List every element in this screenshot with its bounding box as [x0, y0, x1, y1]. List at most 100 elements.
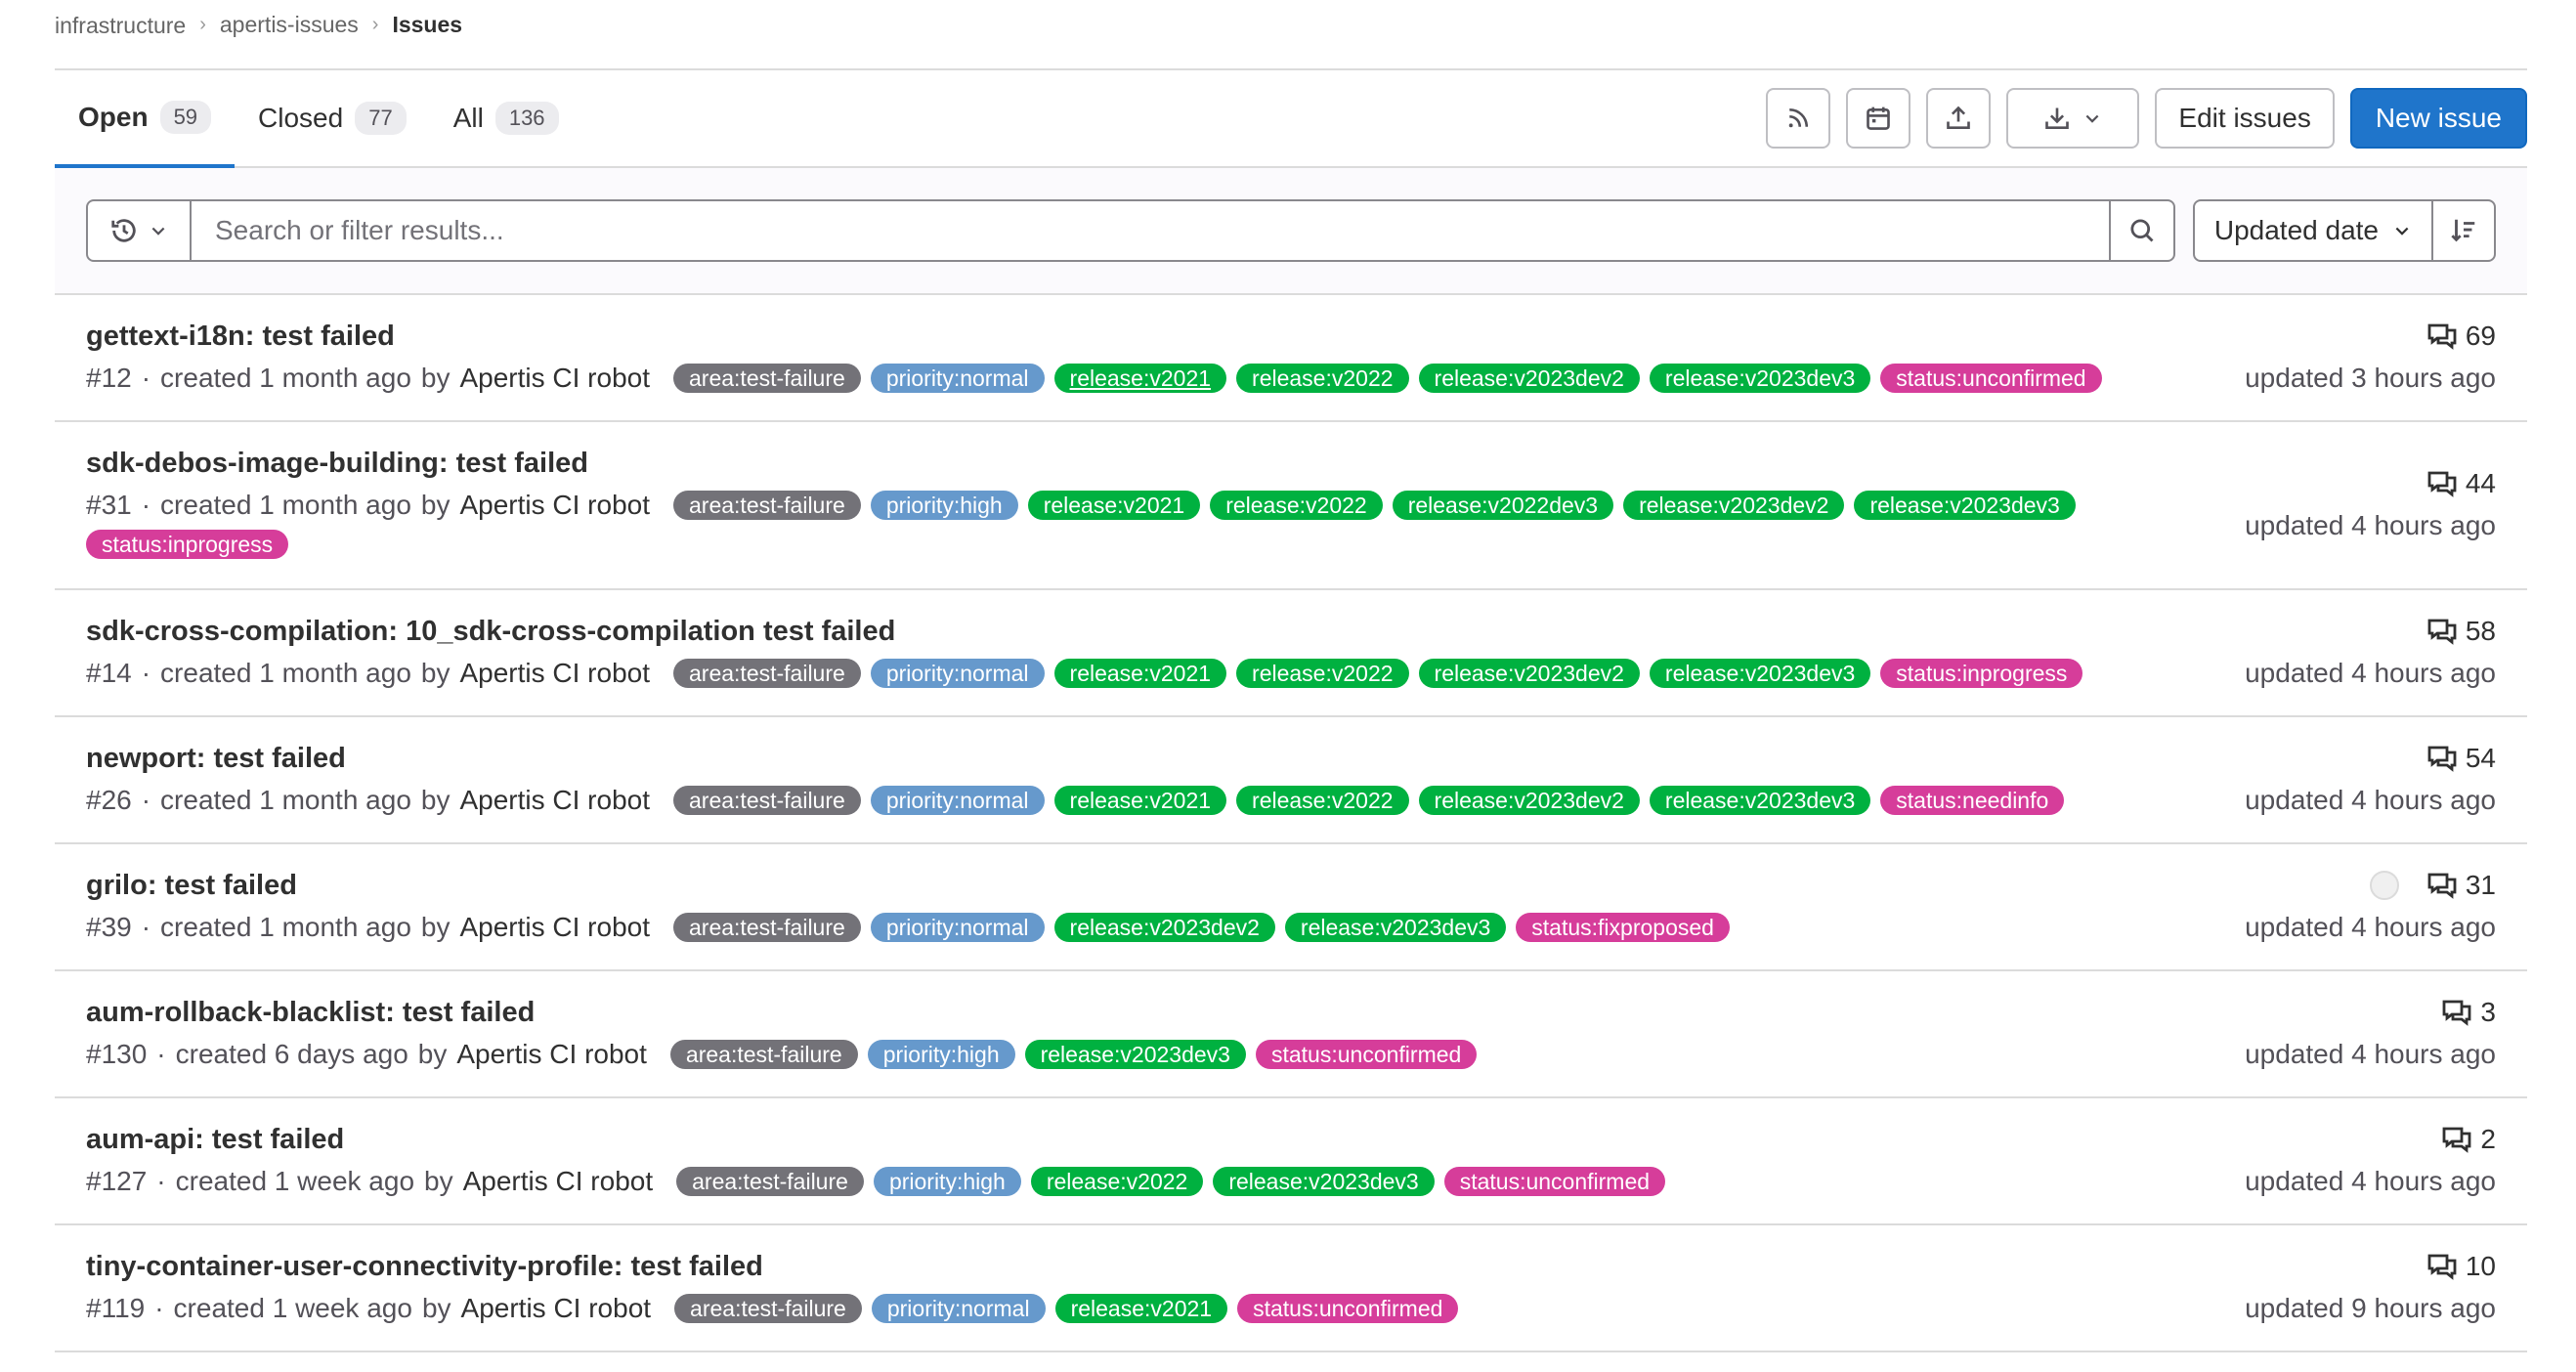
issue-row[interactable]: gettext-i18n: test failed #12 · created 1 m… — [55, 295, 2527, 422]
search-input[interactable] — [192, 201, 2109, 260]
issue-comments-count[interactable]: 69 — [2426, 317, 2496, 356]
issue-label-badge[interactable]: priority:normal — [870, 364, 1045, 393]
issue-label-badge[interactable]: priority:normal — [870, 659, 1045, 688]
issue-title-link[interactable]: gettext-i18n: test failed — [86, 317, 2203, 356]
issue-label-badge[interactable]: area:test-failure — [674, 1294, 862, 1323]
tab-closed[interactable]: Closed 77 — [235, 70, 430, 166]
issue-author-link[interactable]: Apertis CI robot — [463, 1159, 654, 1204]
issue-label-badge[interactable]: release:v2023dev3 — [1649, 364, 1871, 393]
issue-label-badge[interactable]: priority:normal — [871, 1294, 1046, 1323]
sort-dropdown[interactable]: Updated date — [2195, 201, 2433, 260]
issue-label-badge[interactable]: release:v2021 — [1053, 786, 1227, 815]
edit-issues-button[interactable]: Edit issues — [2155, 88, 2335, 149]
recent-searches-button[interactable] — [88, 201, 192, 260]
issue-comments-count[interactable]: 10 — [2426, 1247, 2496, 1286]
search-submit-button[interactable] — [2108, 201, 2173, 260]
comments-icon — [2443, 1127, 2471, 1153]
issue-title-link[interactable]: sdk-debos-image-building: test failed — [86, 444, 2203, 483]
issue-label-badge[interactable]: status:needinfo — [1880, 786, 2065, 815]
issue-label-badge[interactable]: priority:high — [873, 1167, 1021, 1196]
issue-label-badge[interactable]: release:v2022 — [1210, 491, 1383, 520]
issue-label-badge[interactable]: release:v2021 — [1054, 1294, 1228, 1323]
issue-label-badge[interactable]: area:test-failure — [673, 364, 861, 393]
rss-feed-button[interactable] — [1766, 88, 1831, 149]
issue-author-link[interactable]: Apertis CI robot — [459, 778, 650, 823]
issue-label-badge[interactable]: status:unconfirmed — [1443, 1167, 1666, 1196]
issue-title-link[interactable]: aum-api: test failed — [86, 1120, 2203, 1159]
issue-row[interactable]: aum-rollback-blacklist: test failed #130 ·… — [55, 971, 2527, 1098]
issue-label-badge[interactable]: release:v2023dev3 — [1024, 1040, 1246, 1069]
issue-label-badge[interactable]: priority:high — [867, 1040, 1015, 1069]
issue-label-badge[interactable]: area:test-failure — [673, 913, 861, 942]
issue-comments-count[interactable]: 54 — [2426, 739, 2496, 778]
tab-all[interactable]: All 136 — [430, 70, 582, 166]
issue-author-link[interactable]: Apertis CI robot — [459, 905, 650, 950]
issue-label-badge[interactable]: release:v2022 — [1236, 659, 1409, 688]
issue-label-badge[interactable]: release:v2022 — [1236, 364, 1409, 393]
issue-title-link[interactable]: sdk-cross-compilation: 10_sdk-cross-comp… — [86, 612, 2203, 651]
issue-label-badge[interactable]: release:v2023dev3 — [1649, 659, 1871, 688]
issue-label-badge[interactable]: release:v2021 — [1053, 364, 1227, 393]
issue-label-badge[interactable]: release:v2023dev2 — [1418, 364, 1640, 393]
issue-label-badge[interactable]: area:test-failure — [673, 491, 861, 520]
issue-label-badge[interactable]: release:v2023dev3 — [1213, 1167, 1435, 1196]
issue-row[interactable]: sdk-debos-image-building: test failed #31… — [55, 422, 2527, 590]
issue-label-badge[interactable]: release:v2023dev2 — [1053, 913, 1275, 942]
issue-label-badge[interactable]: release:v2022dev3 — [1392, 491, 1614, 520]
issue-label-badge[interactable]: area:test-failure — [673, 786, 861, 815]
issue-label-badge[interactable]: release:v2022 — [1236, 786, 1409, 815]
search-icon — [2130, 219, 2154, 242]
issue-label-badge[interactable]: status:unconfirmed — [1237, 1294, 1459, 1323]
sort-direction-button[interactable] — [2433, 201, 2494, 260]
issue-label-badge[interactable]: release:v2023dev3 — [1284, 913, 1507, 942]
issue-comments-count[interactable]: 2 — [2441, 1120, 2496, 1159]
issue-label-badge[interactable]: priority:high — [870, 491, 1018, 520]
issue-label-badge[interactable]: release:v2023dev3 — [1854, 491, 2076, 520]
breadcrumb-item-current[interactable]: Issues — [392, 12, 462, 38]
issue-row[interactable]: grilo: test failed #39 · created 1 month ag… — [55, 844, 2527, 971]
issue-label-badge[interactable]: release:v2023dev2 — [1418, 786, 1640, 815]
issue-label-badge[interactable]: release:v2023dev2 — [1418, 659, 1640, 688]
breadcrumb-item-group[interactable]: infrastructure — [55, 11, 186, 39]
issue-author-link[interactable]: Apertis CI robot — [461, 1286, 652, 1331]
issue-row[interactable]: sdk-cross-compilation: 10_sdk-cross-comp… — [55, 590, 2527, 717]
issue-updated-time: updated 4 hours ago — [2245, 510, 2496, 540]
issue-comments-count[interactable]: 58 — [2426, 612, 2496, 651]
issue-label-badge[interactable]: status:inprogress — [86, 530, 289, 559]
calendar-feed-button[interactable] — [1846, 88, 1911, 149]
tab-open[interactable]: Open 59 — [55, 70, 236, 168]
issue-author-link[interactable]: Apertis CI robot — [459, 483, 650, 528]
breadcrumb-item-project[interactable]: apertis-issues — [220, 12, 359, 38]
issue-row[interactable]: tiny-container-user-connectivity-profile… — [55, 1225, 2527, 1352]
issue-label-badge[interactable]: release:v2023dev2 — [1623, 491, 1845, 520]
issue-label-badge[interactable]: status:unconfirmed — [1255, 1040, 1478, 1069]
issue-row[interactable]: aum-api: test failed #127 · created 1 week … — [55, 1098, 2527, 1225]
issue-label-badge[interactable]: release:v2023dev3 — [1649, 786, 1871, 815]
issue-label-badge[interactable]: status:unconfirmed — [1880, 364, 2102, 393]
issue-label-badge[interactable]: release:v2022 — [1030, 1167, 1204, 1196]
assignee-avatar[interactable] — [2369, 871, 2399, 900]
import-dropdown-button[interactable] — [2006, 88, 2140, 149]
issue-title-link[interactable]: newport: test failed — [86, 739, 2203, 778]
issue-row[interactable]: newport: test failed #26 · created 1 month … — [55, 717, 2527, 844]
issue-label-badge[interactable]: priority:normal — [870, 913, 1045, 942]
issue-label-badge[interactable]: status:inprogress — [1880, 659, 2083, 688]
issue-author-link[interactable]: Apertis CI robot — [459, 356, 650, 401]
new-issue-button[interactable]: New issue — [2349, 88, 2527, 149]
issue-title-link[interactable]: grilo: test failed — [86, 866, 2203, 905]
issue-label-badge[interactable]: area:test-failure — [676, 1167, 864, 1196]
issue-author-link[interactable]: Apertis CI robot — [456, 1032, 647, 1077]
issue-label-badge[interactable]: status:fixproposed — [1516, 913, 1730, 942]
issue-title-link[interactable]: tiny-container-user-connectivity-profile… — [86, 1247, 2203, 1286]
issue-comments-count[interactable]: 44 — [2426, 464, 2496, 503]
issue-label-badge[interactable]: priority:normal — [870, 786, 1045, 815]
issue-label-badge[interactable]: release:v2021 — [1053, 659, 1227, 688]
export-button[interactable] — [1926, 88, 1992, 149]
issue-label-badge[interactable]: area:test-failure — [669, 1040, 858, 1069]
issue-label-badge[interactable]: area:test-failure — [673, 659, 861, 688]
issue-title-link[interactable]: aum-rollback-blacklist: test failed — [86, 993, 2203, 1032]
issue-comments-count[interactable]: 31 — [2369, 866, 2496, 905]
issue-author-link[interactable]: Apertis CI robot — [459, 651, 650, 696]
issue-comments-count[interactable]: 3 — [2441, 993, 2496, 1032]
issue-label-badge[interactable]: release:v2021 — [1027, 491, 1201, 520]
